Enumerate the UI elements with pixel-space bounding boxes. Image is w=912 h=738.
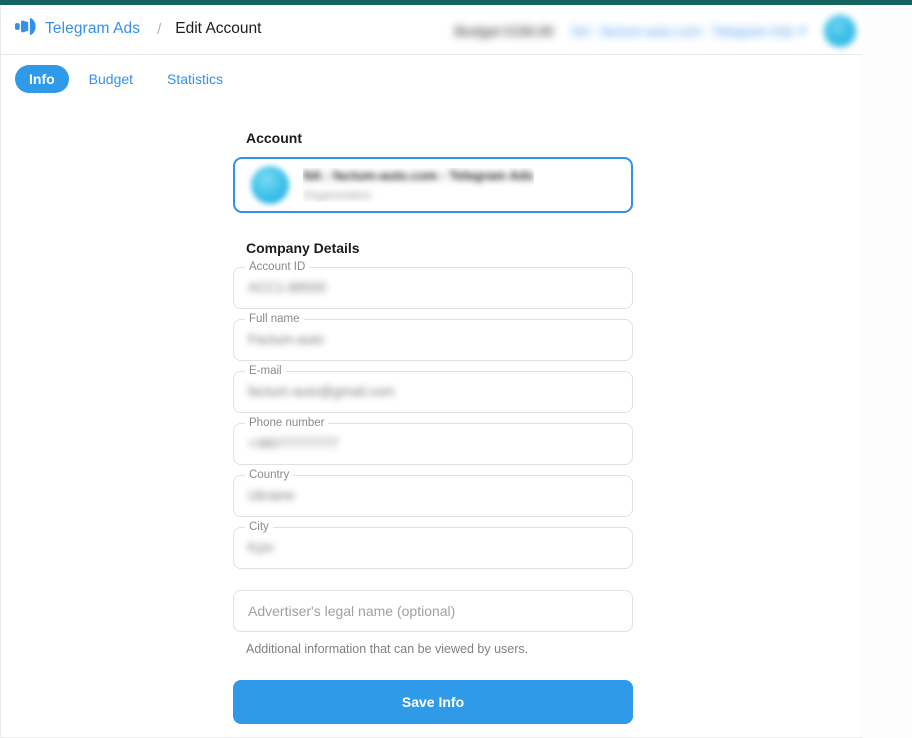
field-label: E-mail [245, 365, 286, 378]
page-outer-gutter [862, 5, 912, 738]
field-label: City [245, 521, 273, 534]
legal-name-group: Additional information that can be viewe… [233, 590, 633, 656]
field-account-id[interactable]: Account ID ACC1-88500 [233, 261, 633, 309]
account-card-title: NA : factum-auto.com : Telegram Ads [303, 168, 534, 183]
field-email[interactable]: E-mail factum-auto@gmail.com [233, 365, 633, 413]
account-section-heading: Account [246, 130, 302, 146]
field-shell[interactable]: City Kyiv [233, 521, 633, 569]
account-switcher[interactable]: NA : factum-auto.com : Telegram Ads ▾ [572, 23, 806, 39]
account-avatar [251, 166, 289, 204]
field-label: Account ID [245, 261, 310, 274]
tab-info[interactable]: Info [15, 65, 69, 93]
tab-statistics[interactable]: Statistics [153, 65, 237, 93]
save-info-button[interactable]: Save Info [233, 680, 633, 724]
legal-name-hint: Additional information that can be viewe… [246, 642, 529, 656]
field-shell[interactable]: E-mail factum-auto@gmail.com [233, 365, 633, 413]
field-shell[interactable]: Country Ukraine [233, 469, 633, 517]
field-phone-number[interactable]: Phone number +38077777777 [233, 417, 633, 465]
site-header: Telegram Ads / Edit Account Budget €150.… [1, 5, 862, 55]
field-value: Kyiv [248, 540, 274, 555]
account-card-subtitle: Organization [303, 188, 372, 202]
field-value: Ukraine [248, 488, 295, 503]
megaphone-icon [15, 18, 36, 40]
field-label: Country [245, 469, 294, 482]
app-window: Telegram Ads / Edit Account Budget €150.… [0, 0, 912, 738]
brand-name-link[interactable]: Telegram Ads [45, 20, 140, 38]
field-full-name[interactable]: Full name Factum-auto [233, 313, 633, 361]
edit-account-form: Account NA : factum-auto.com : Telegram … [233, 130, 633, 724]
field-value: Factum-auto [248, 332, 324, 347]
company-details-heading: Company Details [246, 240, 360, 256]
tab-budget[interactable]: Budget [75, 65, 147, 93]
field-label: Phone number [245, 417, 329, 430]
field-shell[interactable]: Account ID ACC1-88500 [233, 261, 633, 309]
account-card-text: NA : factum-auto.com : Telegram Ads Orga… [303, 168, 534, 202]
breadcrumb: Telegram Ads / Edit Account [15, 18, 261, 40]
tab-bar: Info Budget Statistics [1, 55, 862, 103]
account-card[interactable]: NA : factum-auto.com : Telegram Ads Orga… [233, 157, 633, 213]
legal-name-input[interactable] [233, 590, 633, 632]
avatar[interactable] [824, 15, 856, 47]
account-switcher-label: NA : factum-auto.com : Telegram Ads [571, 23, 795, 39]
field-shell[interactable]: Full name Factum-auto [233, 313, 633, 361]
page-title: Edit Account [175, 20, 262, 37]
field-shell[interactable]: Phone number +38077777777 [233, 417, 633, 465]
field-label: Full name [245, 313, 304, 326]
breadcrumb-separator: / [157, 20, 162, 38]
budget-indicator[interactable]: Budget €150.00 [455, 24, 554, 39]
field-country[interactable]: Country Ukraine [233, 469, 633, 517]
field-value: +38077777777 [248, 436, 339, 451]
chevron-down-icon: ▾ [799, 23, 806, 38]
field-value: factum-auto@gmail.com [248, 384, 395, 399]
header-right-group: Budget €150.00 NA : factum-auto.com : Te… [455, 15, 856, 47]
page-canvas: Telegram Ads / Edit Account Budget €150.… [0, 5, 862, 738]
field-city[interactable]: City Kyiv [233, 521, 633, 569]
field-value: ACC1-88500 [248, 280, 327, 295]
